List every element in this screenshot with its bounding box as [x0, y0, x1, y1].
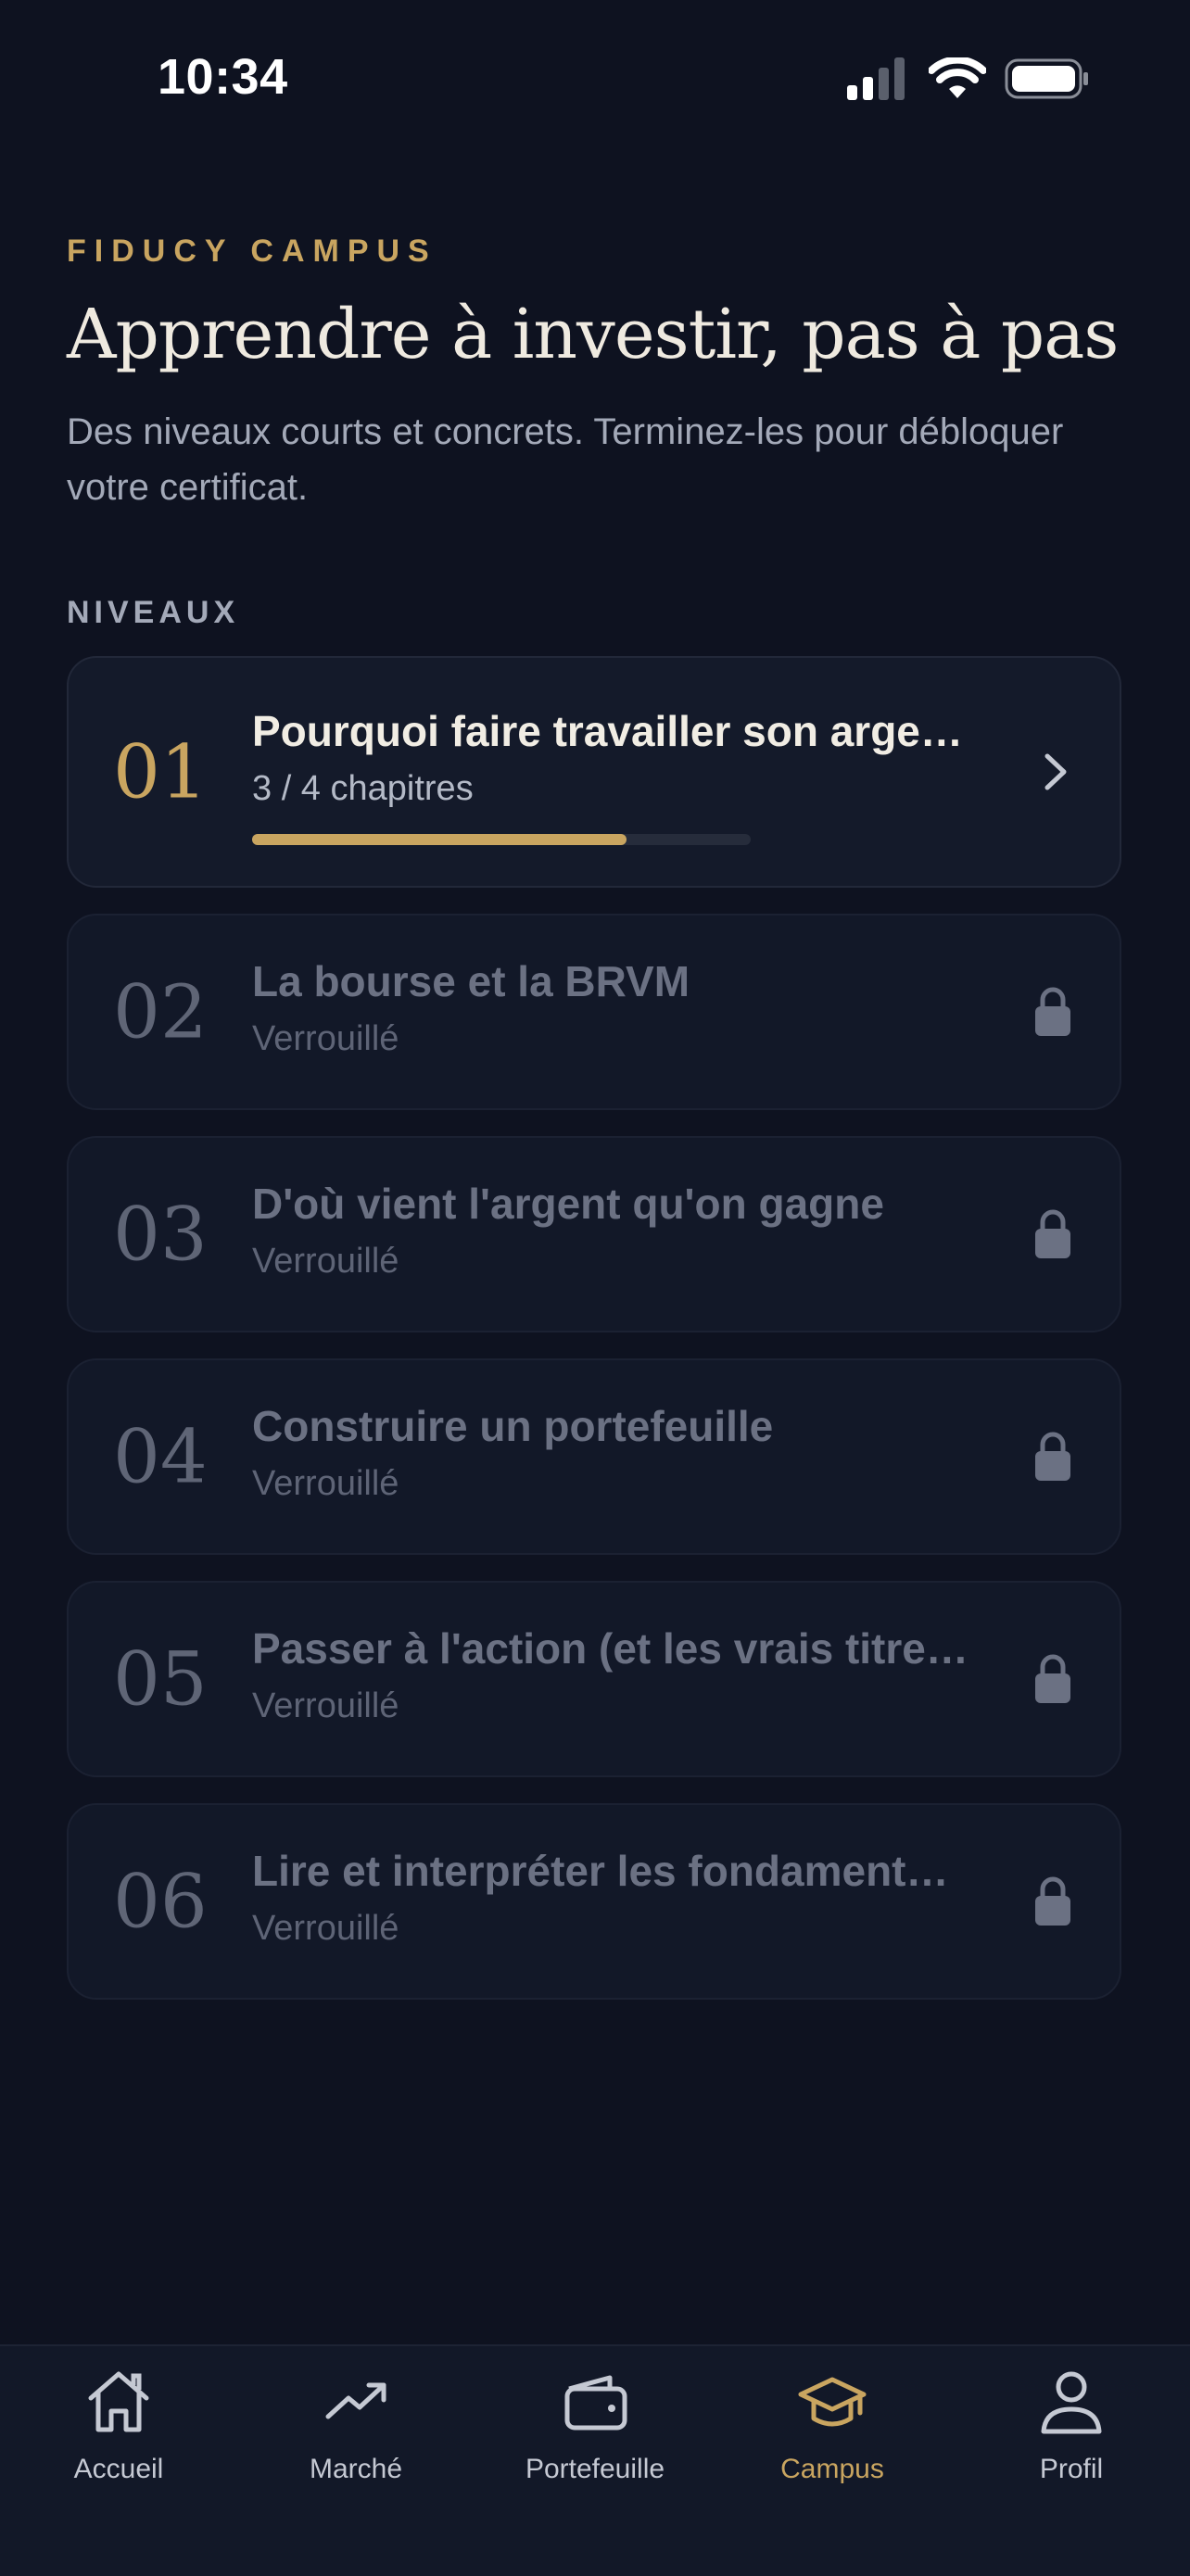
- level-card-01[interactable]: 01 Pourquoi faire travailler son arge… 3…: [67, 656, 1121, 888]
- level-card-02[interactable]: 02 La bourse et la BRVM Verrouillé: [67, 914, 1121, 1110]
- level-title: Passer à l'action (et les vrais titre…: [252, 1624, 968, 1673]
- level-card-05[interactable]: 05 Passer à l'action (et les vrais titre…: [67, 1581, 1121, 1777]
- level-card-03[interactable]: 03 D'où vient l'argent qu'on gagne Verro…: [67, 1136, 1121, 1332]
- wifi-icon: [929, 57, 986, 98]
- level-status: Verrouillé: [252, 1464, 399, 1503]
- level-title: Pourquoi faire travailler son arge…: [252, 707, 963, 755]
- tab-label: Profil: [1039, 2454, 1104, 2484]
- level-status: 3 / 4 chapitres: [252, 769, 474, 808]
- user-icon: [1041, 2371, 1102, 2434]
- eyebrow-label: FIDUCY CAMPUS: [67, 234, 437, 269]
- tab-label: Campus: [780, 2454, 884, 2484]
- tab-marche[interactable]: Marché: [237, 2365, 475, 2504]
- level-number: 06: [113, 1858, 208, 1945]
- level-status: Verrouillé: [252, 1909, 399, 1948]
- lock-icon: [1034, 1876, 1071, 1926]
- level-number: 01: [113, 728, 208, 815]
- level-number: 02: [113, 968, 208, 1055]
- status-icons: [847, 57, 1088, 100]
- level-title: D'où vient l'argent qu'on gagne: [252, 1180, 884, 1228]
- tab-label: Accueil: [73, 2454, 164, 2484]
- level-number: 04: [113, 1413, 208, 1500]
- tab-portefeuille[interactable]: Portefeuille: [476, 2365, 714, 2504]
- battery-icon: [1005, 58, 1088, 99]
- level-progress-fill: [252, 834, 627, 845]
- page-subtitle: Des niveaux courts et concrets. Terminez…: [67, 411, 1064, 508]
- tab-accueil[interactable]: Accueil: [0, 2365, 237, 2504]
- page-title: Apprendre à investir, pas à pas: [67, 295, 1119, 374]
- level-title: Lire et interpréter les fondament…: [252, 1847, 949, 1895]
- tab-label: Marché: [309, 2454, 403, 2484]
- tab-campus[interactable]: Campus: [714, 2365, 951, 2504]
- level-title: Construire un portefeuille: [252, 1402, 774, 1450]
- lock-icon: [1034, 987, 1071, 1037]
- level-title: La bourse et la BRVM: [252, 957, 690, 1005]
- level-progress-bar: [252, 834, 751, 845]
- level-card-04[interactable]: 04 Construire un portefeuille Verrouillé: [67, 1358, 1121, 1555]
- lock-icon: [1034, 1654, 1071, 1704]
- level-status: Verrouillé: [252, 1242, 399, 1281]
- tab-profil[interactable]: Profil: [953, 2365, 1190, 2504]
- section-label-levels: NIVEAUX: [67, 595, 240, 630]
- level-status: Verrouillé: [252, 1686, 399, 1725]
- lock-icon: [1034, 1432, 1071, 1482]
- level-card-06[interactable]: 06 Lire et interpréter les fondament… Ve…: [67, 1803, 1121, 2000]
- cellular-signal-icon: [847, 57, 905, 100]
- home-icon: [88, 2371, 149, 2432]
- trending-up-icon: [325, 2382, 386, 2419]
- chevron-right-icon: [1040, 751, 1071, 793]
- level-status: Verrouillé: [252, 1019, 399, 1058]
- level-number: 03: [113, 1191, 208, 1278]
- wallet-icon: [564, 2375, 627, 2431]
- tab-bar: Accueil Marché Portefeuille Campus Profi…: [0, 2344, 1190, 2576]
- lock-icon: [1034, 1209, 1071, 1259]
- graduation-cap-icon: [798, 2377, 867, 2427]
- status-time: 10:34: [158, 49, 288, 105]
- tab-label: Portefeuille: [525, 2454, 665, 2484]
- level-number: 05: [113, 1635, 208, 1723]
